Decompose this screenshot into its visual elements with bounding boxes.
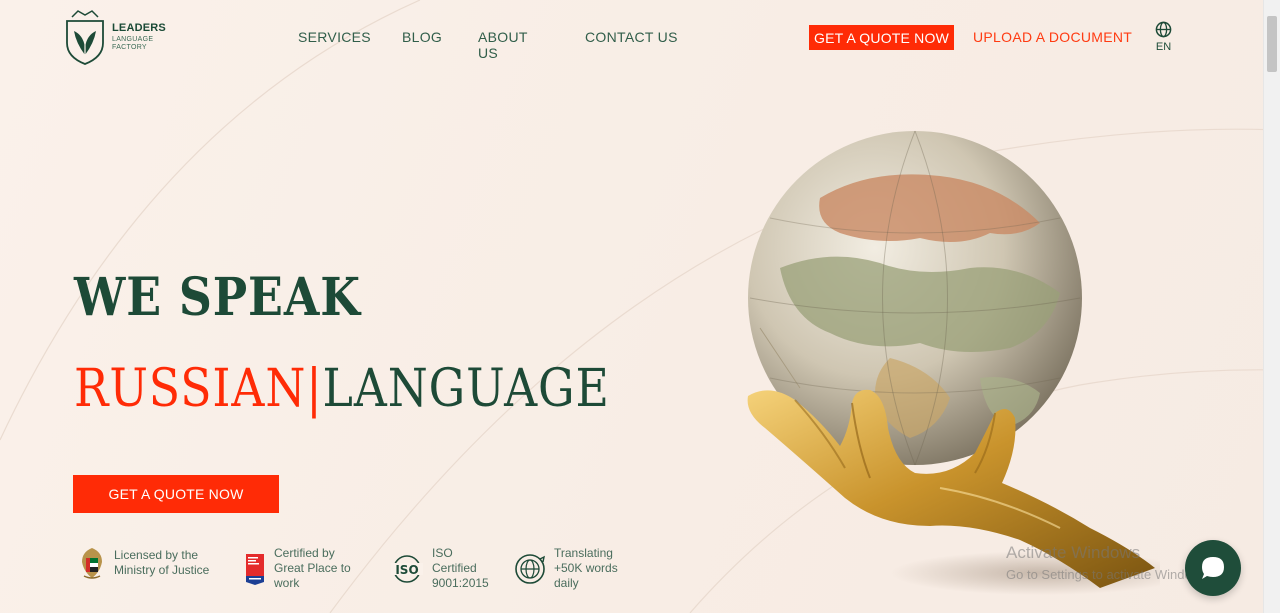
page-scrollbar[interactable] [1263, 0, 1280, 613]
svg-text:ISO: ISO [395, 563, 418, 577]
translate-globe-icon [515, 553, 545, 584]
badge-great-place: Certified by Great Place to work [244, 546, 364, 591]
iso-icon: ISO [391, 554, 423, 583]
language-code: EN [1155, 41, 1172, 53]
hero-title-line2: RUSSIAN|LANGUAGE [74, 358, 610, 420]
badge-iso-text: ISO Certified 9001:2015 [432, 546, 489, 590]
globe-icon [1155, 21, 1172, 38]
hero-separator: | [306, 359, 323, 419]
hero-title-line1: WE SPEAK [74, 267, 361, 328]
badge-translating-text: Translating +50K words daily [554, 546, 618, 590]
scrollbar-thumb[interactable] [1267, 16, 1277, 72]
brand-name-line3: FACTORY [112, 44, 147, 51]
watermark-title: Activate Windows [1006, 543, 1141, 562]
great-place-icon [246, 553, 264, 585]
watermark-subtitle: Go to Settings to activate Windows. [1006, 567, 1212, 582]
badge-ministry-text: Licensed by the Ministry of Justice [114, 548, 210, 577]
globe-in-hand-illustration [747, 130, 1160, 595]
brand-logo[interactable]: LEADERS LANGUAGE FACTORY [64, 9, 166, 65]
brand-name-line1: LEADERS [112, 22, 166, 34]
nav-services[interactable]: SERVICES [298, 29, 371, 45]
hero-rest-word: LANGUAGE [322, 359, 610, 419]
badge-ministry: Licensed by the Ministry of Justice [78, 546, 214, 580]
hero-accent-word: RUSSIAN [74, 359, 307, 419]
chat-button[interactable] [1185, 540, 1241, 596]
windows-activation-watermark: Activate Windows Go to Settings to activ… [1006, 543, 1211, 582]
header-quote-button[interactable]: GET A QUOTE NOW [809, 25, 954, 50]
nav-about-us[interactable]: ABOUT US [478, 29, 527, 61]
chat-icon [1202, 557, 1224, 579]
shield-leaf-icon [66, 10, 104, 65]
nav-blog[interactable]: BLOG [402, 29, 442, 45]
badge-iso: ISO ISO Certified 9001:2015 [390, 546, 492, 591]
brand-name: LEADERS LANGUAGE FACTORY [112, 22, 166, 52]
badge-translating: Translating +50K words daily [514, 546, 634, 591]
brand-name-line2: LANGUAGE [112, 36, 154, 43]
nav-contact-us[interactable]: CONTACT US [585, 29, 678, 45]
badge-great-place-text: Certified by Great Place to work [274, 546, 351, 590]
emblem-icon [82, 548, 102, 579]
hero-quote-button[interactable]: GET A QUOTE NOW [73, 475, 279, 513]
upload-document-link[interactable]: UPLOAD A DOCUMENT [973, 29, 1132, 45]
trust-badges: Licensed by the Ministry of Justice Cert… [78, 546, 638, 594]
language-selector[interactable]: EN [1155, 21, 1172, 53]
